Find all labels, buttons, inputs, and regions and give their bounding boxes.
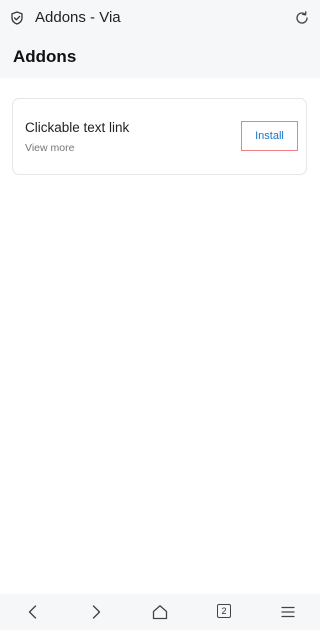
window-title: Addons - Via (35, 9, 121, 26)
tabs-button[interactable]: 2 (204, 594, 244, 630)
page-header: Addons (0, 36, 320, 78)
addon-card: Clickable text link View more Install (12, 98, 307, 175)
menu-icon (281, 606, 295, 618)
forward-icon (92, 605, 101, 619)
install-button[interactable]: Install (241, 121, 298, 151)
back-button[interactable] (13, 594, 53, 630)
reload-icon[interactable] (294, 10, 310, 26)
tabs-icon: 2 (217, 604, 231, 618)
title-bar: Addons - Via (0, 0, 320, 36)
menu-button[interactable] (268, 594, 308, 630)
bottom-navigation-bar: 2 (0, 594, 320, 630)
home-icon (152, 605, 168, 620)
view-more-link[interactable]: View more (25, 142, 74, 155)
shield-check-icon[interactable] (11, 11, 23, 25)
addons-page: Addons - Via Addons Clickable text link … (0, 0, 320, 630)
page-title: Addons (13, 47, 77, 66)
forward-button[interactable] (76, 594, 116, 630)
back-icon (28, 605, 37, 619)
addon-title: Clickable text link (25, 120, 130, 135)
home-button[interactable] (140, 594, 180, 630)
